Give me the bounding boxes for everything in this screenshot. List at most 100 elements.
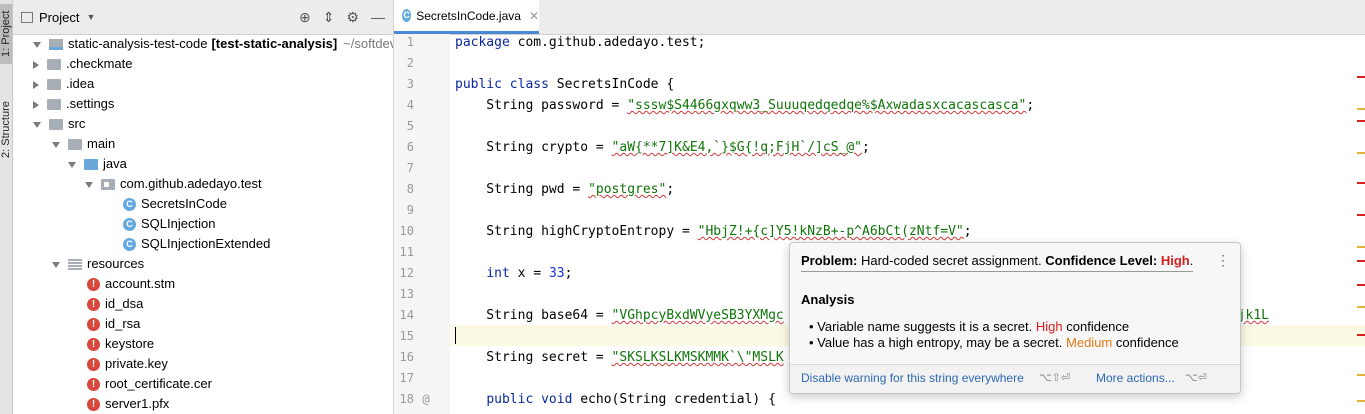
line-number: 4 (406, 98, 414, 112)
tree-item[interactable]: com.github.adedayo.test (85, 174, 262, 194)
minimize-icon[interactable]: — (371, 9, 385, 25)
tree-item[interactable]: ! account.stm (87, 274, 175, 294)
line-number: 7 (406, 161, 414, 175)
close-icon[interactable]: ✕ (529, 9, 539, 23)
structure-tool-tab-label: 2: Structure (0, 101, 12, 159)
tree-item-label: java (103, 156, 127, 171)
code-line: String secret = "SKSLKSLKMSKMMK`\"MSLK (455, 347, 784, 368)
line-number: 17 (399, 371, 414, 385)
java-class-icon: C (402, 9, 412, 22)
analysis-heading: Analysis (801, 292, 855, 307)
tree-item[interactable]: ! root_certificate.cer (87, 374, 212, 394)
line-number: 14 (399, 308, 414, 322)
line-number: 8 (406, 182, 414, 196)
tree-item[interactable]: resources (52, 254, 144, 274)
tree-item[interactable]: ! id_dsa (87, 294, 143, 314)
tree-item[interactable]: ! server1.pfx (87, 394, 169, 414)
project-view-selector[interactable]: Project ▼ (21, 10, 95, 25)
locate-icon[interactable]: ⊕ (299, 9, 311, 26)
chevron-down-icon[interactable] (68, 161, 76, 168)
bullet-level: High (1035, 319, 1063, 334)
chevron-down-icon[interactable] (33, 121, 41, 128)
java-class-icon: C (123, 218, 136, 232)
structure-tool-tab[interactable]: 2: Structure (0, 90, 12, 170)
text-caret (455, 327, 456, 344)
string-literal: "postgres" (588, 182, 667, 197)
code-token: SecretsInCode { (548, 77, 675, 92)
keyword: int (486, 266, 510, 281)
bullet-dot-icon: • (809, 319, 818, 334)
popup-problem-line: Problem: Hard-coded secret assignment. C… (801, 253, 1194, 272)
error-stripe[interactable] (1357, 34, 1365, 414)
chevron-right-icon[interactable] (33, 100, 39, 109)
tree-item[interactable]: C SQLInjectionExtended (123, 234, 270, 254)
line-number: 3 (406, 77, 414, 91)
code-token: echo(String credential) { (572, 392, 776, 407)
bullet-text: Variable name suggests it is a secret. (817, 319, 1033, 334)
more-actions-shortcut: ⌥⏎ (1185, 372, 1207, 384)
tree-item[interactable]: .settings (33, 94, 114, 114)
folder-icon (68, 139, 82, 151)
code-token: ; (564, 266, 573, 281)
string-literal: "VGhpcyBxdWVyeSB3YXMgc (611, 308, 784, 323)
project-panel: Project ▼ ⊕ ⇕ ⚙ — static-analysis-test-c… (13, 0, 394, 414)
tree-item[interactable]: .idea (33, 74, 94, 94)
confidence-value: High (1160, 253, 1190, 268)
line-number: 6 (406, 140, 414, 154)
chevron-down-icon[interactable]: ▼ (86, 12, 95, 22)
tree-item-label: server1.pfx (105, 396, 170, 411)
editor-gutter: 1 2 3 4 5 6 7 8 9 10 11 12 13 14 15 16 17 18 @ (394, 34, 450, 414)
code-token: ; (862, 140, 870, 155)
tree-item[interactable]: main (52, 134, 115, 154)
tree-item[interactable]: ! private.key (87, 354, 168, 374)
code-line: String highCryptoEntropy = "HbjZ!+{c]Y5!… (455, 221, 972, 242)
line-number: 10 (399, 224, 414, 238)
tab-label: SecretsInCode.java (416, 8, 521, 23)
tree-item-label: account.stm (105, 276, 176, 291)
chevron-right-icon[interactable] (33, 80, 39, 89)
error-icon: ! (87, 298, 100, 312)
analysis-bullet: • Value has a high entropy, may be a sec… (809, 335, 1179, 350)
project-tool-tab[interactable]: 1: Project (0, 4, 12, 64)
gear-icon[interactable]: ⚙ (346, 9, 359, 26)
error-icon: ! (87, 318, 100, 332)
problem-label: Problem: (801, 253, 858, 268)
chevron-right-icon[interactable] (33, 60, 39, 69)
code-token: String highCryptoEntropy = (455, 224, 698, 239)
more-actions-link[interactable]: More actions... (1096, 371, 1175, 385)
chevron-down-icon[interactable] (85, 181, 93, 188)
string-literal: "HbjZ!+{c]Y5!kNzB+-p^A6bCt(zNtf=V" (697, 224, 964, 239)
tree-item[interactable]: java (68, 154, 127, 174)
chevron-down-icon[interactable] (52, 261, 60, 268)
popup-actions: Disable warning for this string everywhe… (790, 364, 1240, 393)
code-line: public void echo(String credential) { (455, 389, 776, 410)
tree-item[interactable]: static-analysis-test-code [test-static-an… (33, 34, 393, 54)
bullet-dot-icon: • (809, 335, 818, 350)
code-line: String crypto = "aW{**7]K&E4,`}$G{!q;FjH… (455, 137, 870, 158)
tree-item[interactable]: C SecretsInCode (123, 194, 227, 214)
bullet-suffix: confidence (1066, 319, 1130, 334)
tree-item[interactable]: C SQLInjection (123, 214, 215, 234)
tree-item[interactable]: ! id_rsa (87, 314, 140, 334)
string-literal: "SKSLKSLKMSKMMK`\"MSLK (611, 350, 784, 365)
chevron-down-icon[interactable] (52, 141, 60, 148)
keyword: package (455, 35, 510, 50)
tree-item-label: .checkmate (66, 56, 133, 71)
tab-secrets-in-code[interactable]: C SecretsInCode.java ✕ (394, 0, 539, 34)
code-token: com.github.adedayo.test; (509, 35, 706, 50)
tree-item[interactable]: ! keystore (87, 334, 154, 354)
collapse-all-icon[interactable]: ⇕ (323, 9, 335, 26)
tree-item[interactable]: src (33, 114, 85, 134)
chevron-down-icon[interactable] (33, 41, 41, 48)
code-token: ; (963, 224, 972, 239)
tree-item[interactable]: .checkmate (33, 54, 132, 74)
disable-warning-link[interactable]: Disable warning for this string everywhe… (801, 371, 1024, 385)
code-line: String pwd = "postgres"; (455, 179, 674, 200)
line-number: 12 (399, 266, 414, 280)
code-line: int x = 33; (455, 263, 572, 284)
code-token: String crypto = (455, 140, 612, 155)
problem-period: . (1189, 253, 1194, 268)
override-marker-icon[interactable]: @ (418, 389, 434, 410)
more-options-icon[interactable]: ⋮ (1216, 252, 1230, 269)
